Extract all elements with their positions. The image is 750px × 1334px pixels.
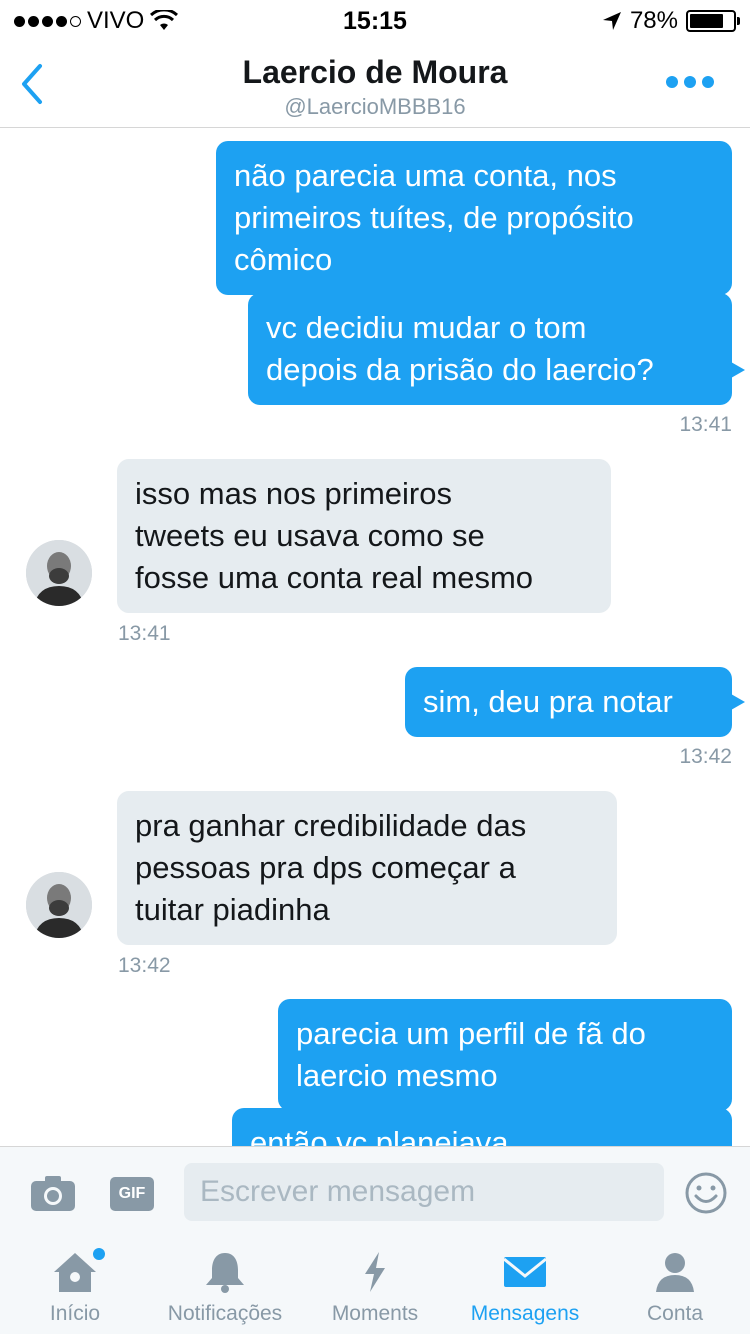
message-line: pessoas pra dps começar a [135, 850, 516, 885]
tab-inicio[interactable]: Início [0, 1238, 150, 1334]
camera-button[interactable] [30, 1173, 76, 1213]
bubble-tail [731, 362, 745, 378]
message-line: tuitar piadinha [135, 892, 330, 927]
battery-fill [690, 14, 723, 28]
tab-moments[interactable]: Moments [300, 1238, 450, 1334]
tab-label: Início [49, 1302, 101, 1325]
tab-label: Moments [331, 1302, 419, 1325]
message-line: depois da prisão do laercio? [266, 352, 654, 387]
message-line: pra ganhar credibilidade das [135, 808, 527, 843]
tab-bar: Início Notificações Moments Mensagens Co… [0, 1238, 750, 1334]
tab-conta[interactable]: Conta [600, 1238, 750, 1334]
lightning-icon [351, 1250, 399, 1294]
gif-button[interactable]: GIF [110, 1177, 154, 1211]
outgoing-message[interactable]: não parecia uma conta, nos primeiros tuí… [216, 141, 732, 295]
tab-label: Notificações [167, 1302, 283, 1325]
avatar[interactable] [26, 540, 92, 606]
avatar-image [26, 872, 92, 938]
bell-icon [201, 1250, 249, 1294]
avatar-image [26, 540, 92, 606]
camera-icon [31, 1176, 75, 1211]
message-line: primeiros tuítes, de propósito [234, 200, 634, 235]
battery-percent: 78% [629, 7, 678, 34]
tab-mensagens[interactable]: Mensagens [450, 1238, 600, 1334]
message-timestamp: 13:42 [118, 954, 171, 977]
tab-label: Conta [646, 1302, 704, 1325]
compose-bar: GIF [0, 1146, 750, 1238]
notification-badge [93, 1248, 105, 1260]
message-line: cômico [234, 242, 333, 277]
battery-icon [686, 10, 740, 32]
incoming-message[interactable]: pra ganhar credibilidade das pessoas pra… [117, 791, 617, 945]
tab-label: Mensagens [470, 1302, 580, 1325]
message-timestamp: 13:41 [118, 622, 171, 645]
message-line: não parecia uma conta, nos [234, 158, 617, 193]
conversation-title[interactable]: Laercio de Moura [0, 54, 750, 91]
emoji-button[interactable] [684, 1171, 728, 1215]
status-right: 78% [602, 7, 740, 35]
tab-notificacoes[interactable]: Notificações [150, 1238, 300, 1334]
status-bar: VIVO 15:15 78% [0, 0, 750, 40]
message-line: laercio mesmo [296, 1058, 498, 1093]
outgoing-message[interactable]: parecia um perfil de fã do laercio mesmo [278, 999, 732, 1111]
outgoing-message[interactable]: vc decidiu mudar o tom depois da prisão … [248, 293, 732, 405]
home-icon [51, 1248, 105, 1294]
location-arrow-icon [602, 12, 621, 30]
conversation-handle: @LaercioMBBB16 [284, 94, 466, 119]
bubble-tail [731, 694, 745, 710]
incoming-message[interactable]: isso mas nos primeiros tweets eu usava c… [117, 459, 611, 613]
person-icon [651, 1250, 699, 1294]
conversation-header: Laercio de Moura @LaercioMBBB16 [0, 40, 750, 128]
avatar[interactable] [26, 872, 92, 938]
envelope-icon [501, 1250, 549, 1294]
message-line: parecia um perfil de fã do [296, 1016, 646, 1051]
message-line: sim, deu pra notar [423, 684, 673, 719]
message-line: vc decidiu mudar o tom [266, 310, 587, 345]
message-timestamp: 13:42 [679, 745, 732, 768]
more-options-button[interactable] [666, 76, 714, 88]
more-dots-icon [666, 76, 678, 88]
message-line: fosse uma conta real mesmo [135, 560, 534, 595]
gif-icon: GIF [118, 1185, 146, 1202]
message-timestamp: 13:41 [679, 413, 732, 436]
message-input[interactable] [184, 1163, 664, 1221]
message-line: tweets eu usava como se [135, 518, 485, 553]
outgoing-message[interactable]: sim, deu pra notar [405, 667, 732, 737]
emoji-icon [685, 1172, 727, 1214]
message-line: isso mas nos primeiros [135, 476, 452, 511]
